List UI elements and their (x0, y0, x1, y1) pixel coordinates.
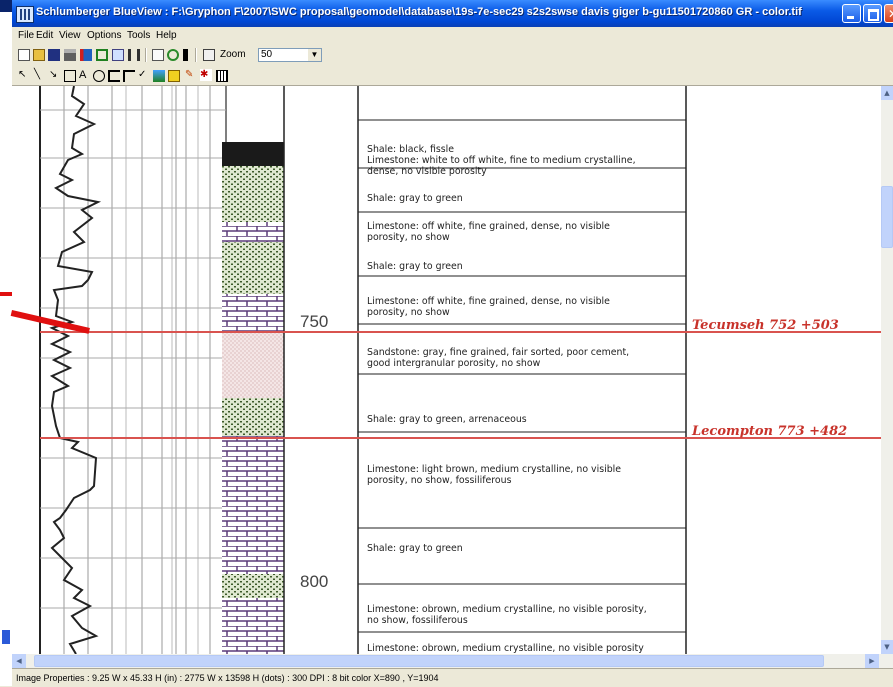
toolbar-separator (145, 48, 147, 62)
status-text: Image Properties : 9.25 W x 45.33 H (in)… (16, 673, 439, 683)
horizontal-scrollbar[interactable]: ◀ ▶ (12, 654, 893, 668)
grid-icon[interactable] (112, 49, 124, 61)
ellipse-icon[interactable] (93, 70, 105, 82)
minimize-icon[interactable] (842, 4, 861, 23)
marker-icon[interactable] (183, 49, 188, 61)
status-bar: Image Properties : 9.25 W x 45.33 H (in)… (12, 668, 893, 687)
lithology-description: Shale: gray to green (367, 543, 463, 554)
scroll-left-icon[interactable]: ◀ (12, 654, 26, 668)
desktop-window-edge (0, 0, 12, 12)
lithology-description: Shale: gray to green (367, 261, 463, 272)
zoom-value: 50 (261, 49, 273, 60)
zoom-select[interactable]: 50 ▼ (258, 48, 322, 62)
open-folder-icon[interactable] (33, 49, 45, 61)
lithology-description: Limestone: white to off white, fine to m… (367, 155, 636, 177)
menu-bar: File Edit View Options Tools Help (12, 27, 893, 45)
desktop-edge (0, 0, 12, 686)
bracket-icon[interactable] (108, 70, 120, 82)
gamma-ray-track (39, 86, 227, 654)
horizontal-scroll-thumb[interactable] (34, 655, 824, 667)
toolbar-separator (195, 48, 197, 62)
window-title: Schlumberger BlueView : F:\Gryphon F\200… (36, 6, 802, 18)
layout-icon[interactable] (80, 49, 92, 61)
freehand-icon[interactable]: ✓ (138, 69, 150, 81)
save-icon[interactable] (48, 49, 60, 61)
note-icon[interactable] (168, 70, 180, 82)
document-viewport[interactable]: 750 800 Shale: black, fissle Limestone: … (12, 86, 881, 654)
corner-icon[interactable] (123, 70, 135, 82)
chevron-down-icon[interactable]: ▼ (308, 49, 321, 61)
lithology-description: Shale: gray to green (367, 193, 463, 204)
split-icon[interactable] (128, 49, 140, 61)
menu-edit[interactable]: Edit (36, 30, 53, 41)
new-file-icon[interactable] (18, 49, 30, 61)
lithology-description: Limestone: off white, fine grained, dens… (367, 221, 610, 243)
lithology-description: Limestone: obrown, medium crystalline, n… (367, 643, 644, 654)
rectangle-icon[interactable] (64, 70, 76, 82)
desktop-taskbar-fragment (2, 630, 10, 644)
lithology-description: Limestone: light brown, medium crystalli… (367, 464, 622, 486)
scroll-right-icon[interactable]: ▶ (865, 654, 879, 668)
depth-label: 750 (300, 312, 329, 331)
depth-label: 800 (300, 572, 329, 591)
text-icon[interactable]: A (79, 69, 91, 81)
menu-file[interactable]: File (18, 30, 34, 41)
title-bar[interactable]: Schlumberger BlueView : F:\Gryphon F\200… (12, 0, 893, 27)
zoom-icon[interactable] (203, 49, 215, 61)
drawing-toolbar: ↖ ╲ ↘ A ✓ ✎ ✱ (12, 66, 893, 86)
menu-options[interactable]: Options (87, 30, 121, 41)
formation-top-label: Tecumseh 752 +503 (692, 318, 839, 333)
refresh-icon[interactable] (167, 49, 179, 61)
columns-icon[interactable] (96, 49, 108, 61)
scroll-up-icon[interactable]: ▲ (881, 86, 893, 100)
formation-top-label: Lecompton 773 +482 (692, 424, 848, 439)
lithology-description: Sandstone: gray, fine grained, fair sort… (367, 347, 630, 369)
annotation-mark (0, 292, 12, 296)
image-icon[interactable] (153, 70, 165, 82)
lithology-description: Limestone: obrown, medium crystalline, n… (367, 604, 647, 626)
blueview-app-icon[interactable] (16, 6, 34, 23)
page-icon[interactable] (152, 49, 164, 61)
lithology-description: Limestone: off white, fine grained, dens… (367, 296, 610, 318)
main-toolbar: Zoom 50 ▼ (12, 45, 893, 66)
vertical-scroll-thumb[interactable] (881, 186, 893, 248)
scroll-down-icon[interactable]: ▼ (881, 640, 893, 654)
arrow-line-icon[interactable]: ↘ (49, 69, 61, 81)
vertical-scrollbar[interactable]: ▲ ▼ (881, 86, 893, 654)
lithology-description: Shale: black, fissle (367, 144, 455, 155)
close-icon[interactable]: ✕ (884, 4, 893, 23)
zoom-label: Zoom (220, 49, 246, 60)
print-icon[interactable] (64, 49, 76, 61)
pen-icon[interactable]: ✎ (185, 69, 197, 81)
menu-view[interactable]: View (59, 30, 81, 41)
pointer-icon[interactable]: ↖ (18, 69, 30, 81)
menu-help[interactable]: Help (156, 30, 177, 41)
maximize-icon[interactable] (863, 4, 882, 23)
erase-icon[interactable]: ✱ (200, 69, 212, 81)
line-icon[interactable]: ╲ (34, 69, 46, 81)
menu-tools[interactable]: Tools (127, 30, 150, 41)
lithology-column (222, 86, 285, 654)
lithology-description: Shale: gray to green, arrenaceous (367, 414, 527, 425)
table-icon[interactable] (216, 70, 228, 82)
